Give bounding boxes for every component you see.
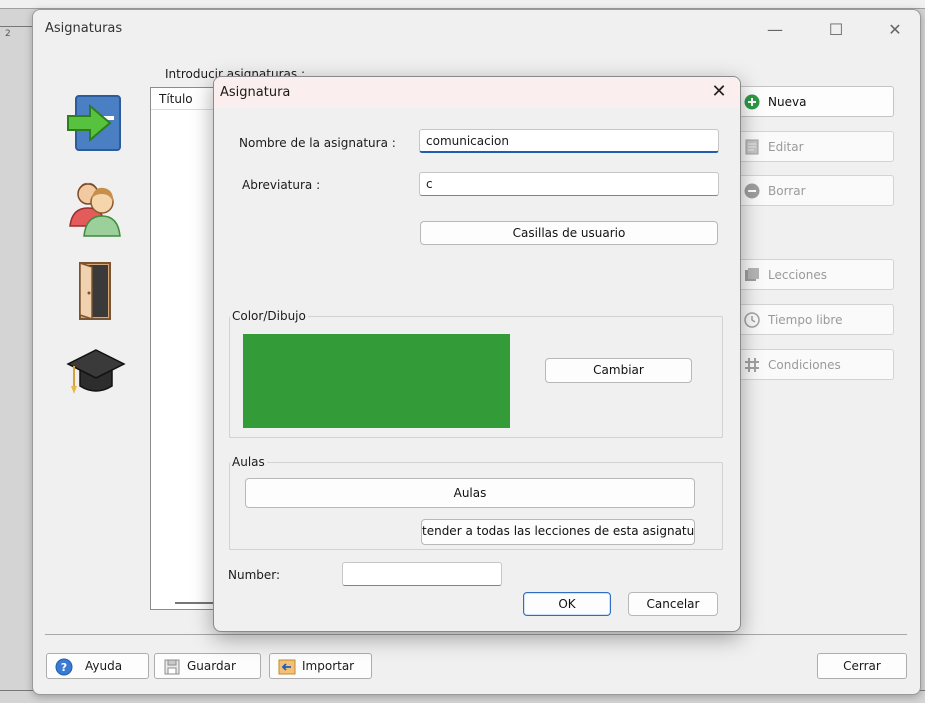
column-header-title[interactable]: Título [159, 92, 193, 106]
horizontal-scrollbar[interactable] [175, 602, 215, 604]
rooms-button[interactable]: Aulas [245, 478, 695, 508]
extend-to-lessons-button[interactable]: tender a todas las lecciones de esta asi… [421, 519, 695, 545]
import-button[interactable]: Importar [269, 653, 372, 679]
cancel-button[interactable]: Cancelar [628, 592, 718, 616]
save-button[interactable]: Guardar [154, 653, 261, 679]
color-swatch[interactable] [243, 334, 510, 428]
conditions-button[interactable]: Condiciones [737, 349, 894, 380]
import-button-label: Importar [302, 659, 355, 673]
teachers-icon[interactable] [64, 174, 128, 238]
door-icon[interactable] [64, 257, 128, 321]
maximize-button[interactable]: ☐ [818, 16, 854, 44]
edit-button[interactable]: Editar [737, 131, 894, 162]
delete-button[interactable]: Borrar [737, 175, 894, 206]
background-app-toolbar [0, 0, 925, 9]
color-group-label: Color/Dibujo [230, 309, 308, 323]
bottom-separator [45, 634, 907, 635]
save-button-label: Guardar [187, 659, 236, 673]
delete-button-label: Borrar [768, 183, 806, 198]
free-time-button[interactable]: Tiempo libre [737, 304, 894, 335]
free-time-button-label: Tiempo libre [768, 312, 843, 327]
close-button-label: Cerrar [843, 659, 881, 673]
conditions-button-label: Condiciones [768, 357, 841, 372]
help-button[interactable]: ? Ayuda [46, 653, 149, 679]
new-button-label: Nueva [768, 94, 807, 109]
lessons-button[interactable]: Lecciones [737, 259, 894, 290]
save-icon [163, 658, 180, 675]
close-button[interactable]: Cerrar [817, 653, 907, 679]
edit-icon [744, 139, 760, 155]
dialog-close-button[interactable]: ✕ [706, 80, 732, 104]
dialog-title: Asignatura [220, 85, 291, 100]
minimize-button[interactable]: — [757, 16, 793, 44]
name-label: Nombre de la asignatura : [239, 136, 396, 150]
abbreviation-label: Abreviatura : [242, 178, 321, 192]
clock-icon [744, 311, 760, 328]
lessons-icon [744, 267, 760, 283]
number-input[interactable] [342, 562, 502, 586]
number-label: Number: [228, 568, 281, 582]
rooms-group-label: Aulas [230, 455, 267, 469]
minus-circle-icon [744, 183, 760, 199]
ok-button[interactable]: OK [523, 592, 611, 616]
edit-button-label: Editar [768, 139, 804, 154]
new-button[interactable]: Nueva [737, 86, 894, 117]
background-divider [0, 26, 32, 27]
subject-dialog: Asignatura ✕ Nombre de la asignatura : c… [213, 76, 741, 632]
name-input[interactable]: comunicacion [419, 129, 719, 153]
help-icon: ? [55, 658, 73, 676]
graduation-cap-icon[interactable] [64, 342, 128, 406]
close-window-button[interactable]: ✕ [877, 16, 913, 44]
import-icon [278, 658, 296, 675]
hash-icon [744, 357, 760, 373]
plus-circle-icon [744, 94, 760, 110]
change-color-button[interactable]: Cambiar [545, 358, 692, 383]
svg-text:?: ? [61, 661, 67, 674]
window-title: Asignaturas [45, 21, 123, 36]
help-button-label: Ayuda [85, 659, 123, 673]
arrow-right-icon[interactable] [64, 90, 128, 154]
background-number: 2 [5, 29, 11, 39]
abbreviation-input[interactable]: c [419, 172, 719, 196]
user-fields-button[interactable]: Casillas de usuario [420, 221, 718, 245]
lessons-button-label: Lecciones [768, 267, 827, 282]
dialog-titlebar [214, 77, 740, 108]
